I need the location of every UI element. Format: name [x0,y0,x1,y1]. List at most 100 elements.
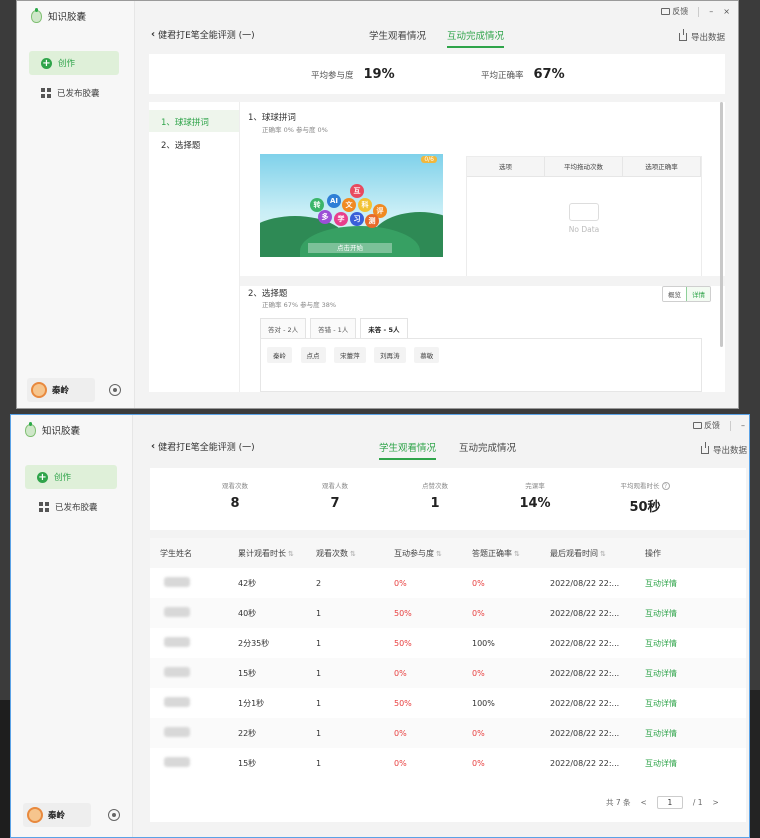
interaction-detail-link-text[interactable]: 互动详情 [645,669,677,678]
nav-published-item[interactable]: 已发布胶囊 [41,87,100,99]
nav-create-button[interactable]: + 创作 [29,51,119,75]
interaction-detail-link[interactable]: 互动详情 [645,718,746,748]
summary-likes: 点赞次数 1 [390,468,480,511]
pager-prev-button[interactable]: < [641,798,647,807]
column-header[interactable]: 观看次数 ⇅ [316,538,394,568]
student-chip: 秦岭 [267,347,292,363]
table-row: 42秒 2 0% 0% 2022/08/22 22:... 互动详情 [150,568,746,598]
interaction-detail-link[interactable]: 互动详情 [645,658,746,688]
tab-interact[interactable]: 互动完成情况 [447,28,505,48]
avg-participation: 平均参与度 19% [311,67,395,82]
sidebar: 知识胶囊 + 创作 已发布胶囊 秦岭 [17,1,135,408]
export-button[interactable]: 导出数据 [701,442,747,456]
cell-last-watch: 2022/08/22 22:... [550,598,645,628]
column-header[interactable]: 答题正确率 ⇅ [472,538,550,568]
cell-last-watch: 2022/08/22 22:... [550,568,645,598]
capsule-logo-icon [25,421,36,437]
overview-button[interactable]: 概览 [663,287,686,301]
summary-completion: 完课率 14% [490,468,580,511]
feedback-button[interactable]: 反馈 [693,420,720,431]
sort-icon: ⇅ [350,549,356,558]
close-button[interactable]: × [723,7,730,16]
capsule-title: 健君打E笔全能评测 (一) [158,31,255,41]
tab-watch[interactable]: 学生观看情况 [369,28,426,42]
q1-start-button[interactable]: 点击开始 [308,243,392,253]
tab-correct[interactable]: 答对 - 2人 [260,318,307,339]
column-header[interactable]: 互动参与度 ⇅ [394,538,472,568]
avg-participation-value: 19% [363,67,395,82]
summary-value: 7 [330,496,340,511]
student-names-box: 秦岭 点点 宋蕾萍 刘再涛 慕敏 [260,338,702,392]
detail-button[interactable]: 详情 [686,287,710,301]
student-name-blurred [164,757,190,767]
settings-gear-icon[interactable] [108,809,120,821]
q1-option-table: 选项 平均拖动次数 选项正确率 No Data [466,156,702,278]
nav-published-item[interactable]: 已发布胶囊 [39,501,98,513]
sidebar: 知识胶囊 + 创作 已发布胶囊 秦岭 [11,415,133,837]
column-header[interactable]: 累计观看时长 ⇅ [238,538,316,568]
interaction-detail-link-text[interactable]: 互动详情 [645,759,677,768]
summary-value: 1 [430,496,440,511]
word-bubble: AI [327,194,341,208]
q1-game-preview[interactable]: 0/6 转 AI 文 互 多 学 科 评 习 测 点击开始 [260,154,443,257]
column-header[interactable]: 最后观看时间 ⇅ [550,538,645,568]
cell-count: 1 [316,688,394,718]
cell-last-watch: 2022/08/22 22:... [550,628,645,658]
minimize-button[interactable]: – [741,421,745,430]
cell-student-name [150,568,238,598]
table-header-row: 学生姓名 累计观看时长 ⇅ 观看次数 ⇅ 互动参与度 ⇅ 答题正确率 ⇅ 最后观看时间 ⇅… [150,538,746,568]
grid-icon [41,88,51,98]
summary-avg-duration: 平均观看时长 ? 50秒 [600,468,690,515]
interaction-detail-link-text[interactable]: 互动详情 [645,699,677,708]
interaction-detail-link-text[interactable]: 互动详情 [645,579,677,588]
pager-total: 共 7 条 [606,798,631,807]
q2-stats: 正确率 67% 参与度 38% [262,301,337,309]
scrollbar[interactable] [720,102,723,347]
student-name-blurred [164,727,190,737]
window-interaction: 知识胶囊 + 创作 已发布胶囊 秦岭 反馈 – × ‹ 健君打E笔全能评测 (一… [16,0,739,409]
pager-next-button[interactable]: > [713,798,719,807]
tab-watch[interactable]: 学生观看情况 [379,440,437,460]
help-icon[interactable]: ? [661,482,670,490]
settings-gear-icon[interactable] [109,384,121,396]
user-profile[interactable]: 秦岭 [27,378,95,402]
interaction-detail-link[interactable]: 互动详情 [645,688,746,718]
interaction-detail-link[interactable]: 互动详情 [645,748,746,778]
back-link[interactable]: ‹ 健君打E笔全能评测 (一) [151,440,255,453]
cell-duration-text: 40秒 [238,608,257,618]
nav-create-button[interactable]: + 创作 [25,465,117,489]
export-button[interactable]: 导出数据 [679,29,725,43]
interaction-detail-link-text[interactable]: 互动详情 [645,729,677,738]
capsule-title: 健君打E笔全能评测 (一) [158,443,255,453]
tab-interact[interactable]: 互动完成情况 [459,440,516,454]
question-list: 1、球球拼词 2、选择题 [149,102,239,392]
cell-count-text: 1 [316,638,322,648]
interaction-detail-link-text[interactable]: 互动详情 [645,639,677,648]
cell-participation-text: 50% [394,608,412,618]
back-link[interactable]: ‹ 健君打E笔全能评测 (一) [151,28,255,41]
interaction-detail-link[interactable]: 互动详情 [645,568,746,598]
interaction-detail-link-text[interactable]: 互动详情 [645,609,677,618]
cell-accuracy-text: 0% [472,578,485,588]
minimize-button[interactable]: – [709,7,713,16]
cell-duration: 22秒 [238,718,316,748]
question-list-item[interactable]: 2、选择题 [161,139,200,151]
nav-published-label: 已发布胶囊 [55,503,98,513]
interaction-detail-link[interactable]: 互动详情 [645,598,746,628]
interaction-detail-link[interactable]: 互动详情 [645,628,746,658]
cell-last-watch-text: 2022/08/22 22:... [550,608,620,618]
word-bubble: 习 [350,212,364,226]
cell-count-text: 1 [316,758,322,768]
pagination: 共 7 条 < 1 / 1 > [606,796,719,809]
question-list-item[interactable]: 1、球球拼词 [161,116,209,128]
summary-label: 完课率 [525,482,545,490]
student-table: 学生姓名 累计观看时长 ⇅ 观看次数 ⇅ 互动参与度 ⇅ 答题正确率 ⇅ 最后观看时间 ⇅… [150,538,746,778]
pager-page-input[interactable]: 1 [656,796,683,809]
cell-duration: 42秒 [238,568,316,598]
feedback-button[interactable]: 反馈 [661,6,688,17]
sort-icon: ⇅ [514,549,520,558]
tab-unanswered[interactable]: 未答 - 5人 [360,318,408,339]
user-profile[interactable]: 秦岭 [23,803,91,827]
table-row: 40秒 1 50% 0% 2022/08/22 22:... 互动详情 [150,598,746,628]
tab-wrong[interactable]: 答错 - 1人 [310,318,357,339]
